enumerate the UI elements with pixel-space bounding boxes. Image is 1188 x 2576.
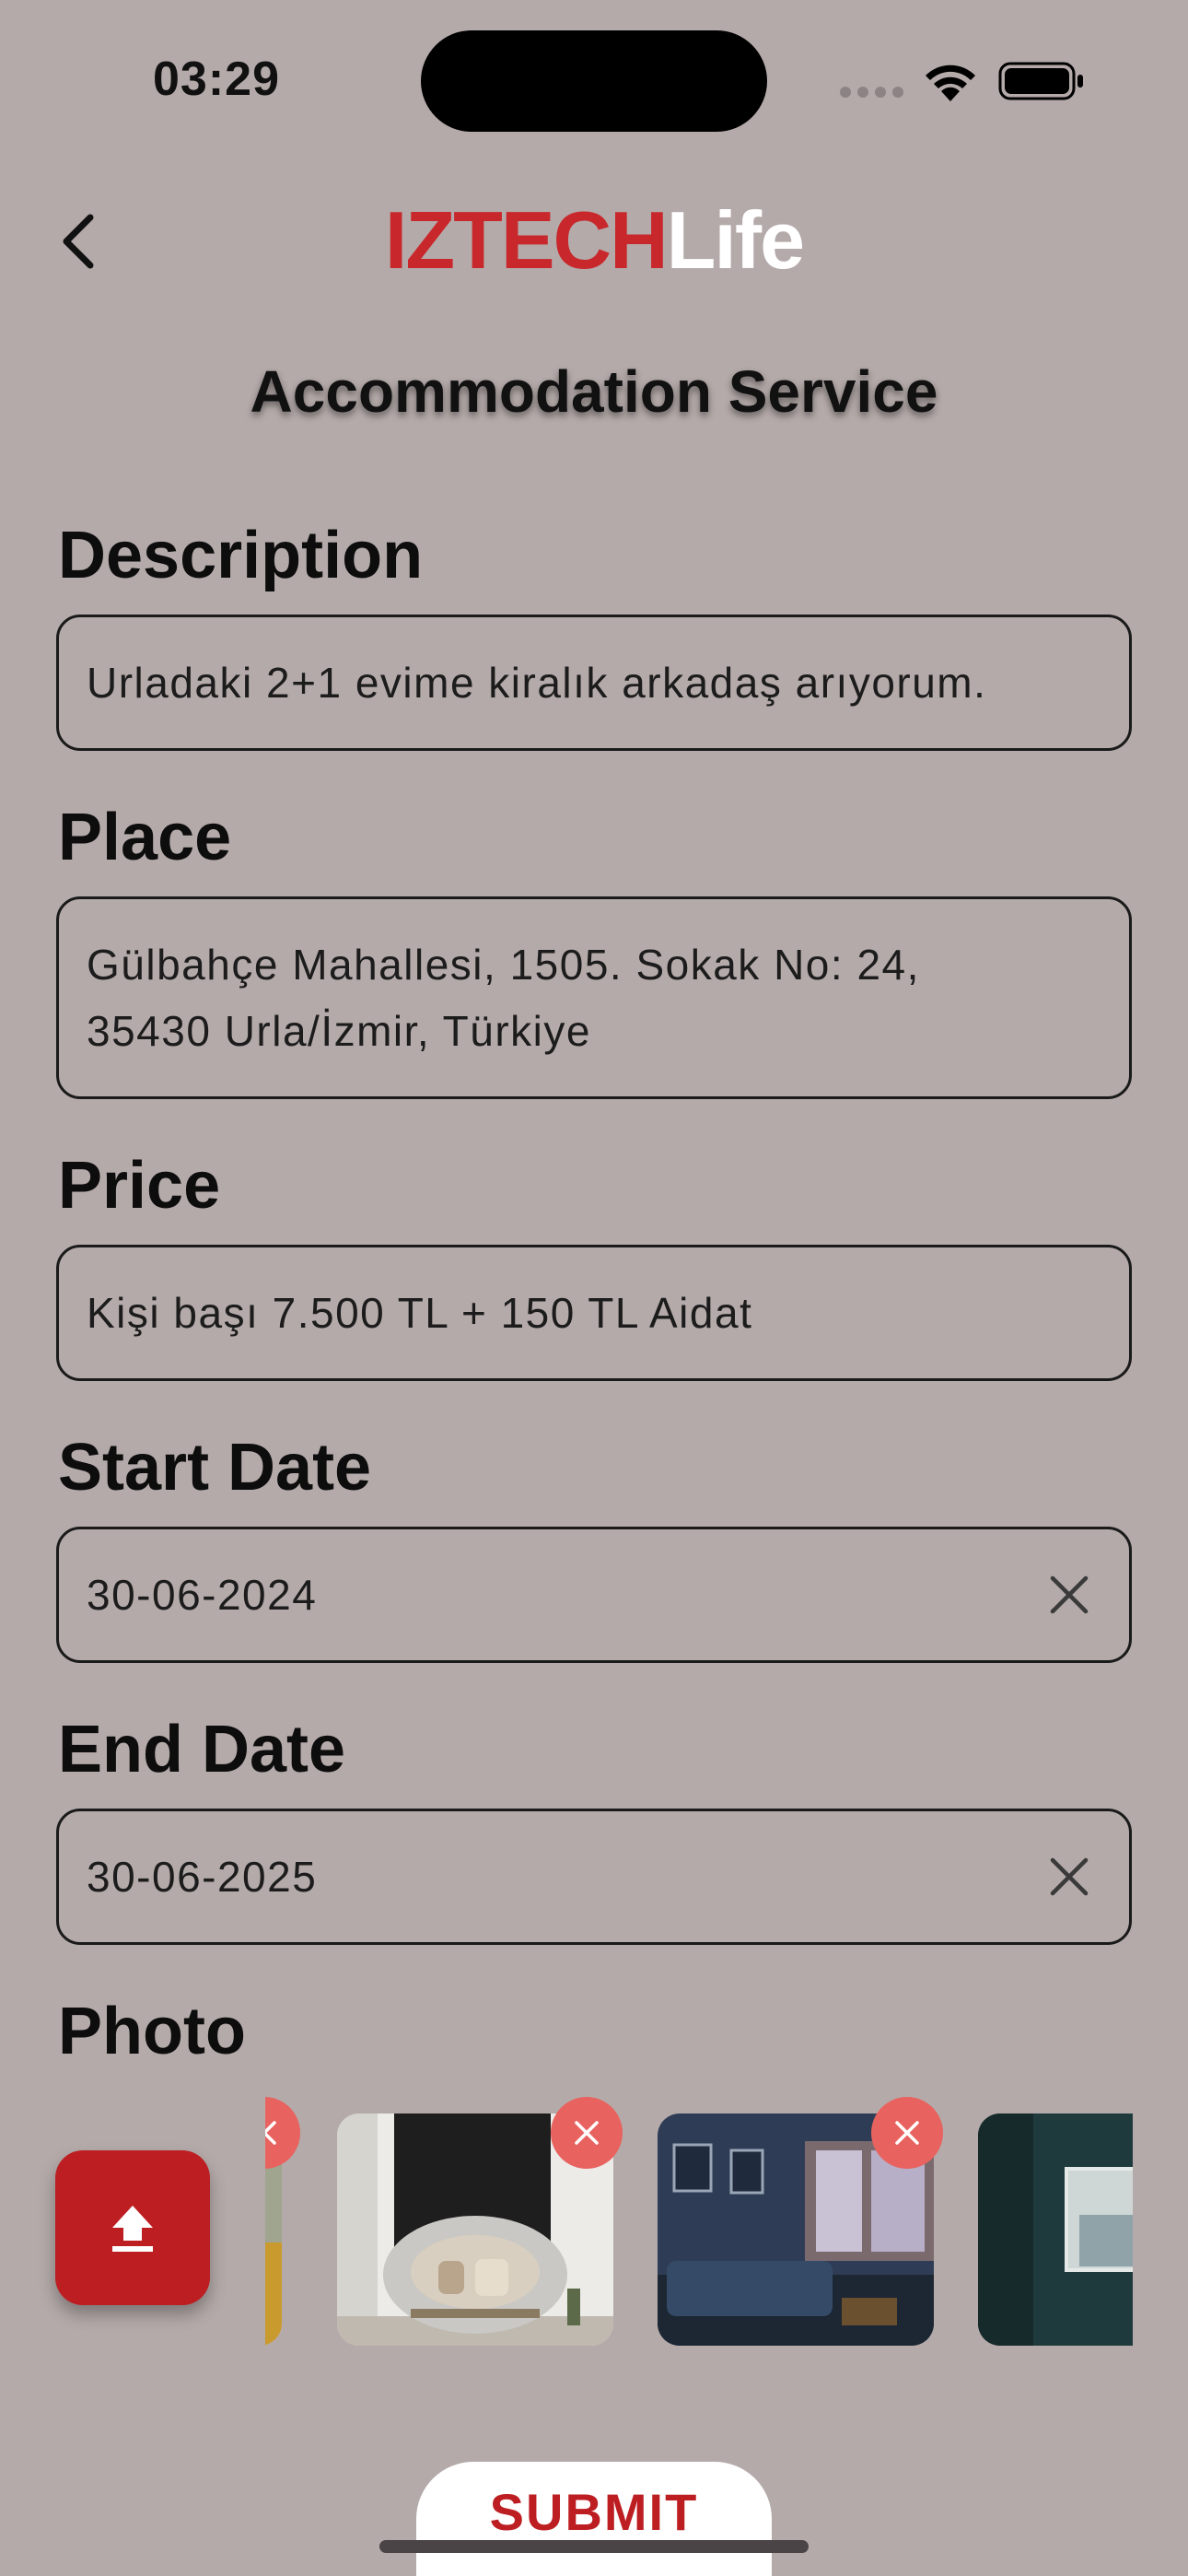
clear-start-date-button[interactable] bbox=[1037, 1563, 1101, 1627]
photo-label: Photo bbox=[58, 1995, 246, 2068]
upload-icon bbox=[112, 2206, 153, 2252]
status-bar: 03:29 bbox=[0, 0, 1188, 157]
remove-photo-button[interactable] bbox=[551, 2097, 623, 2169]
start-date-field[interactable]: 30-06-2024 bbox=[56, 1527, 1132, 1663]
start-date-label: Start Date bbox=[58, 1431, 372, 1505]
close-icon bbox=[895, 2121, 919, 2145]
remove-photo-button[interactable] bbox=[871, 2097, 943, 2169]
place-value-line1: Gülbahçe Mahallesi, 1505. Sokak No: 24, bbox=[87, 941, 920, 989]
place-field[interactable]: Gülbahçe Mahallesi, 1505. Sokak No: 24, … bbox=[56, 896, 1132, 1099]
photo-thumbnail[interactable] bbox=[978, 2113, 1133, 2346]
logo-text-life: Life bbox=[666, 194, 805, 286]
page-title: Accommodation Service bbox=[250, 358, 938, 425]
photo-carousel[interactable] bbox=[265, 2097, 1133, 2355]
dynamic-island bbox=[421, 30, 767, 132]
close-icon bbox=[1050, 1575, 1089, 1614]
price-value: Kişi başı 7.500 TL + 150 TL Aidat bbox=[87, 1289, 753, 1337]
description-value: Urladaki 2+1 evime kiralık arkadaş arıyo… bbox=[87, 659, 987, 707]
start-date-value: 30-06-2024 bbox=[87, 1571, 318, 1619]
close-icon bbox=[265, 2121, 276, 2145]
description-label: Description bbox=[58, 519, 424, 592]
price-label: Price bbox=[58, 1149, 221, 1223]
wifi-icon bbox=[926, 64, 975, 101]
logo-text-iztech: IZTECH bbox=[384, 194, 669, 286]
end-date-field[interactable]: 30-06-2025 bbox=[56, 1809, 1132, 1945]
status-time: 03:29 bbox=[153, 53, 280, 106]
battery-icon bbox=[998, 62, 1083, 100]
description-field[interactable]: Urladaki 2+1 evime kiralık arkadaş arıyo… bbox=[56, 615, 1132, 751]
end-date-value: 30-06-2025 bbox=[87, 1853, 318, 1901]
submit-button[interactable]: SUBMIT bbox=[416, 2462, 772, 2576]
photo-image bbox=[978, 2113, 1133, 2346]
close-icon bbox=[575, 2121, 599, 2145]
remove-photo-button[interactable] bbox=[265, 2097, 300, 2169]
close-icon bbox=[1050, 1857, 1089, 1896]
price-field[interactable]: Kişi başı 7.500 TL + 150 TL Aidat bbox=[56, 1245, 1132, 1381]
place-label: Place bbox=[58, 801, 232, 874]
clear-end-date-button[interactable] bbox=[1037, 1844, 1101, 1909]
place-value-line2: 35430 Urla/İzmir, Türkiye bbox=[87, 1007, 591, 1055]
cellular-signal-icon bbox=[840, 87, 903, 98]
app-logo: IZTECHLife bbox=[0, 193, 1188, 287]
home-indicator bbox=[379, 2540, 809, 2553]
upload-photo-button[interactable] bbox=[55, 2150, 210, 2305]
end-date-label: End Date bbox=[58, 1713, 346, 1786]
